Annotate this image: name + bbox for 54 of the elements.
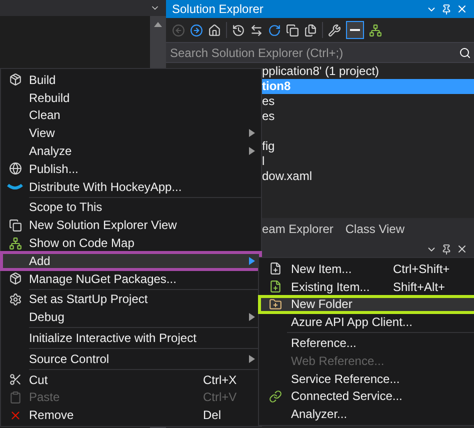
menu-item[interactable]: Reference...: [259, 334, 474, 352]
menu-item[interactable]: Remove Del: [1, 406, 261, 424]
gear-icon: [8, 292, 22, 306]
menu-item[interactable]: Manage NuGet Packages...: [1, 270, 261, 288]
menu-item[interactable]: Cut Ctrl+X: [1, 370, 261, 389]
wrench-icon[interactable]: [328, 24, 341, 36]
menu-item[interactable]: New Folder: [259, 296, 474, 314]
sync-icon[interactable]: [250, 24, 263, 36]
menu-item[interactable]: Existing Item... Shift+Alt+: [259, 278, 474, 296]
close-icon[interactable]: [456, 3, 468, 15]
menu-item[interactable]: Service Reference...: [259, 370, 474, 388]
menu-item[interactable]: Initialize Interactive with Project: [1, 329, 261, 347]
menu-item[interactable]: Connected Service...: [259, 388, 474, 406]
package-icon: [8, 272, 22, 286]
globe-icon: [8, 162, 22, 176]
home-icon[interactable]: [208, 24, 221, 36]
code-map-icon: [8, 236, 22, 250]
menu-item[interactable]: Source Control: [1, 350, 261, 368]
forward-icon[interactable]: [190, 24, 203, 36]
menu-item[interactable]: Azure API App Client...: [259, 313, 474, 332]
menu-item[interactable]: Show on Code Map: [1, 234, 261, 252]
close-icon[interactable]: [456, 243, 468, 255]
folder-icon: [268, 298, 282, 311]
search-icon[interactable]: [459, 46, 471, 58]
existing-item-icon: [268, 280, 282, 294]
menu-item[interactable]: New Item... Ctrl+Shift+: [259, 260, 474, 278]
menu-item[interactable]: Distribute With HockeyApp...: [1, 178, 261, 196]
files-icon[interactable]: [304, 24, 317, 36]
tab[interactable]: eam Explorer: [262, 222, 334, 236]
pin-icon[interactable]: [441, 4, 452, 14]
history-icon[interactable]: [232, 24, 245, 36]
menu-item[interactable]: View: [1, 124, 261, 142]
menu-item[interactable]: Analyze: [1, 142, 261, 160]
search-field[interactable]: Search Solution Explorer (Ctrl+;): [166, 43, 456, 62]
clipboard-icon: [8, 390, 22, 404]
close-icon: [8, 408, 22, 422]
code-map-icon[interactable]: [369, 24, 382, 36]
scroll-up-icon[interactable]: [154, 22, 162, 27]
menu-item[interactable]: Scope to This: [1, 198, 261, 216]
preview-toggle-button[interactable]: [346, 21, 364, 39]
menu-item[interactable]: New Solution Explorer View: [1, 216, 261, 234]
new-item-icon: [268, 262, 282, 276]
menu-item[interactable]: Publish...: [1, 160, 261, 178]
menu-item[interactable]: Set as StartUp Project: [1, 290, 261, 308]
pin-icon[interactable]: [441, 244, 452, 254]
menu-item[interactable]: Clean: [1, 106, 261, 124]
tab[interactable]: Class View: [345, 222, 405, 236]
window-title: Solution Explorer: [172, 2, 264, 16]
menu-item[interactable]: Analyzer...: [259, 405, 474, 424]
refresh-icon[interactable]: [268, 24, 281, 36]
menu-item[interactable]: Debug: [1, 308, 261, 326]
scissors-icon: [8, 373, 22, 386]
menu-item[interactable]: Add: [1, 252, 261, 270]
link-icon: [268, 390, 282, 403]
